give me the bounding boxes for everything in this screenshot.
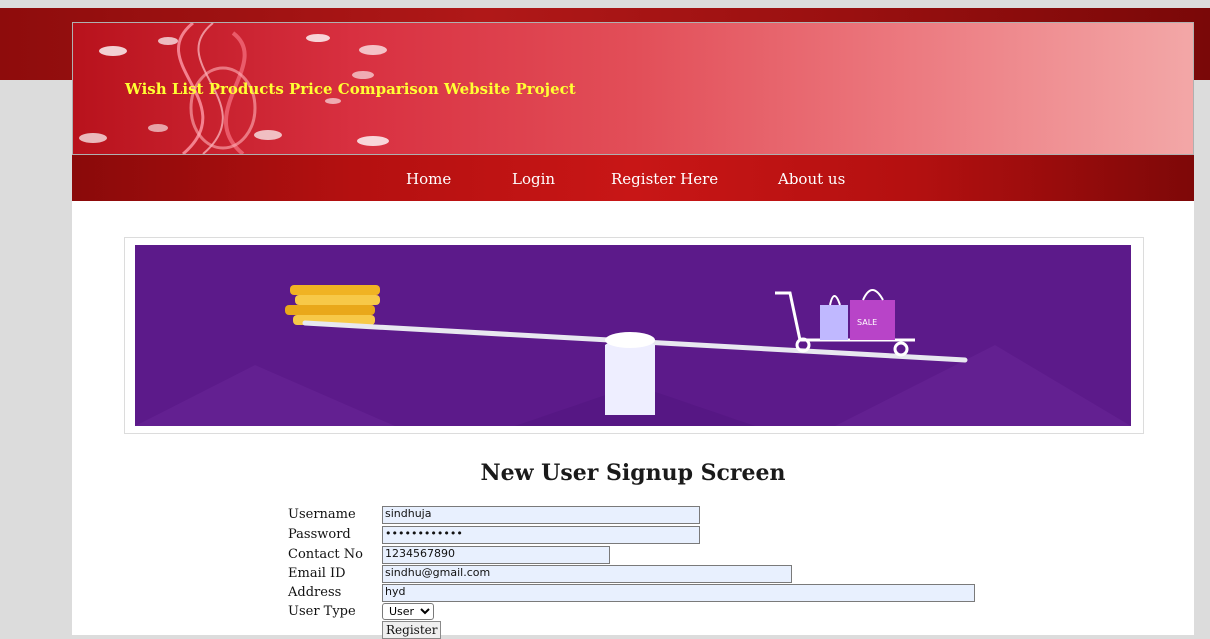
page-title: New User Signup Screen	[480, 460, 786, 486]
email-label: Email ID	[288, 566, 346, 581]
sale-tag: SALE	[857, 318, 877, 327]
password-input[interactable]: ••••••••••••	[382, 526, 700, 544]
contact-input[interactable]: 1234567890	[382, 546, 610, 564]
register-button[interactable]: Register	[382, 621, 442, 639]
contact-label: Contact No	[288, 547, 363, 562]
site-title: Wish List Products Price Comparison Webs…	[125, 80, 576, 98]
coin-stack	[285, 285, 380, 325]
username-label: Username	[288, 507, 356, 522]
username-input[interactable]: sindhuja	[382, 506, 700, 524]
usertype-select[interactable]: User	[382, 603, 434, 620]
nav-login-link[interactable]: Login	[512, 170, 555, 188]
address-label: Address	[288, 585, 342, 600]
nav-about-link[interactable]: About us	[778, 170, 845, 188]
price-comparison-banner: SALE	[135, 245, 1131, 426]
email-input[interactable]: sindhu@gmail.com	[382, 565, 792, 583]
address-input[interactable]: hyd	[382, 584, 975, 602]
page-container: Wish List Products Price Comparison Webs…	[72, 22, 1194, 639]
seesaw-illustration: SALE	[135, 245, 1131, 426]
site-header: Wish List Products Price Comparison Webs…	[72, 22, 1194, 155]
nav-home-link[interactable]: Home	[406, 170, 451, 188]
nav-register-link[interactable]: Register Here	[611, 170, 718, 188]
banner-frame: SALE	[124, 237, 1144, 434]
usertype-label: User Type	[288, 604, 356, 619]
password-label: Password	[288, 527, 351, 542]
main-navbar: Home Login Register Here About us	[72, 155, 1194, 201]
